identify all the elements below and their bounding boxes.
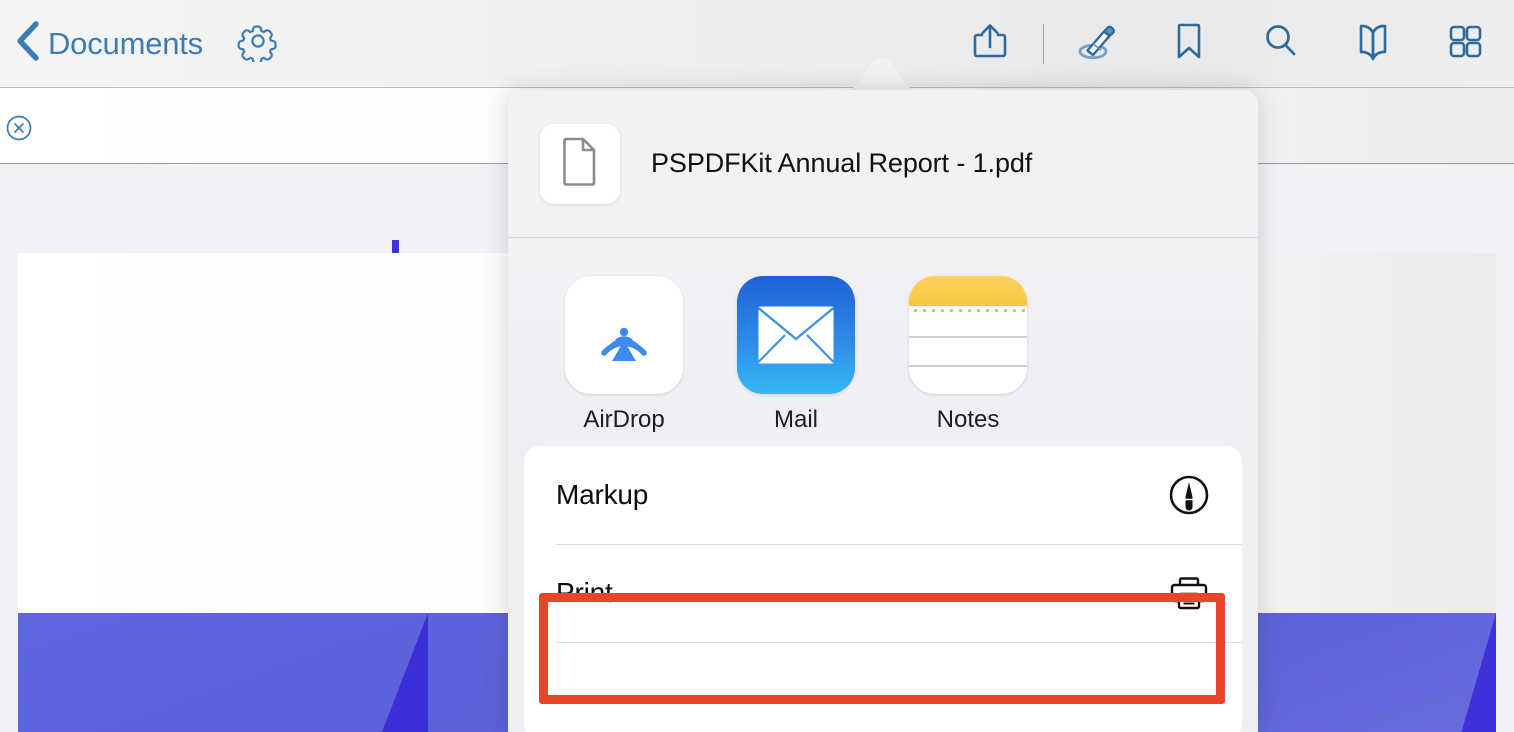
share-action-print[interactable]: Print <box>524 544 1242 642</box>
notes-header-band <box>909 276 1027 306</box>
app-screen: Documents <box>0 0 1514 732</box>
annotate-button[interactable] <box>1070 17 1124 71</box>
share-button[interactable] <box>963 17 1017 71</box>
page-annotation-marker <box>392 240 399 253</box>
chevron-left-icon <box>14 20 40 67</box>
pen-icon <box>1071 17 1123 70</box>
share-target-airdrop[interactable]: AirDrop <box>538 276 710 438</box>
notes-perforation <box>909 306 1027 313</box>
share-actions-card: Markup Print <box>524 446 1242 732</box>
share-sheet-popover: PSPDFKit Annual Report - 1.pdf <box>508 90 1258 732</box>
share-action-label: Print <box>556 577 1166 609</box>
thumbnails-button[interactable] <box>1438 17 1492 71</box>
gear-icon <box>237 49 279 66</box>
share-actions-list: Markup Print <box>524 438 1242 732</box>
document-icon <box>559 136 601 191</box>
printer-icon <box>1166 570 1212 616</box>
mail-icon <box>737 276 855 394</box>
page-graphic-wedge-left <box>348 613 428 732</box>
page-graphic-wedge-right <box>1436 613 1496 732</box>
shared-document-name: PSPDFKit Annual Report - 1.pdf <box>651 148 1032 179</box>
share-icon <box>966 17 1014 70</box>
share-target-label: Mail <box>774 406 818 434</box>
airdrop-icon <box>565 276 683 394</box>
share-targets-row: AirDrop Mail <box>508 238 1258 438</box>
search-button[interactable] <box>1254 17 1308 71</box>
settings-button[interactable] <box>237 20 279 67</box>
share-target-label: AirDrop <box>583 406 664 434</box>
share-action-label: Markup <box>556 479 1166 511</box>
main-toolbar: Documents <box>0 0 1514 88</box>
share-target-mail[interactable]: Mail <box>710 276 882 438</box>
share-target-notes[interactable]: Notes <box>882 276 1054 438</box>
close-circle-icon[interactable] <box>6 115 32 141</box>
notes-icon <box>909 276 1027 394</box>
toolbar-actions <box>963 17 1514 71</box>
search-icon <box>1258 17 1304 70</box>
share-action-next[interactable] <box>524 642 1242 732</box>
share-sheet-header: PSPDFKit Annual Report - 1.pdf <box>508 90 1258 238</box>
back-to-documents-button[interactable]: Documents <box>14 20 203 67</box>
grid-icon <box>1442 18 1488 69</box>
notes-rule-line <box>909 336 1027 338</box>
bookmark-icon <box>1169 17 1209 70</box>
bookmark-button[interactable] <box>1162 17 1216 71</box>
share-target-label: Notes <box>937 406 1000 434</box>
back-button-label: Documents <box>48 26 203 62</box>
document-thumbnail <box>540 124 620 204</box>
share-action-markup[interactable]: Markup <box>524 446 1242 544</box>
book-icon <box>1347 17 1399 70</box>
reader-view-button[interactable] <box>1346 17 1400 71</box>
toolbar-divider <box>1043 24 1044 64</box>
markup-pen-icon <box>1166 472 1212 518</box>
notes-rule-line <box>909 365 1027 367</box>
